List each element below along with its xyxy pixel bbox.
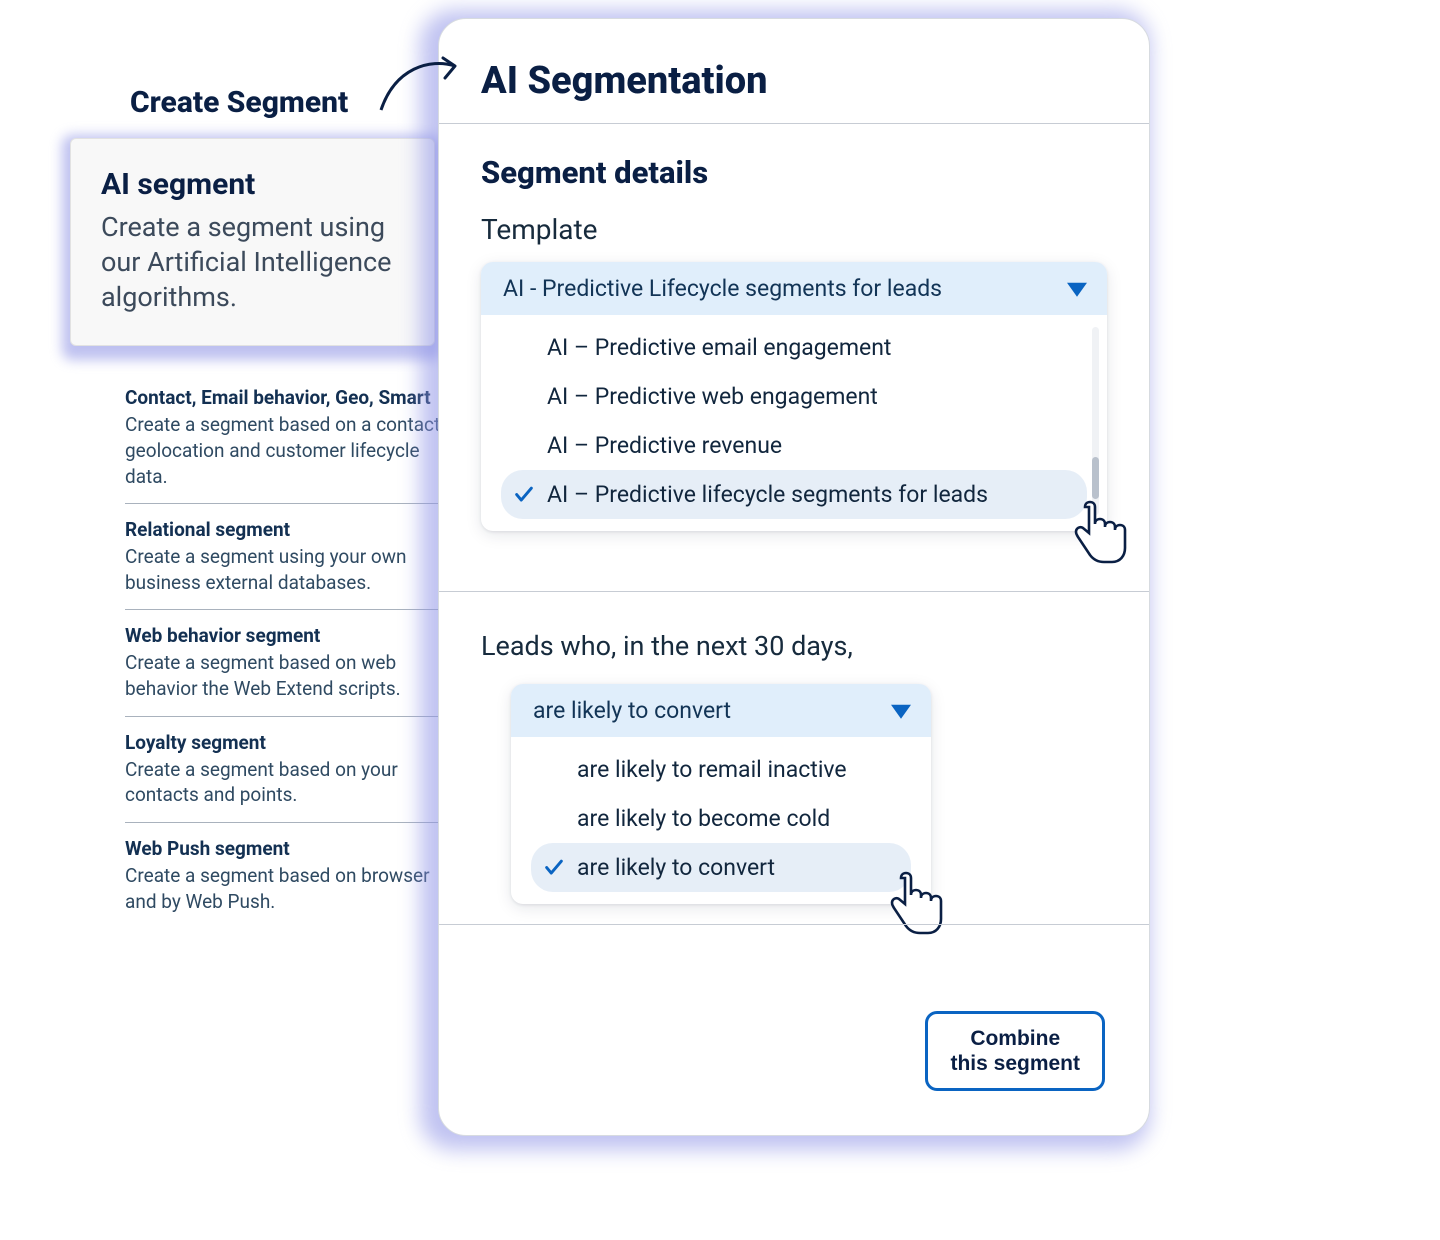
template-option[interactable]: AI – Predictive web engagement — [501, 372, 1087, 421]
template-dropdown-list: AI – Predictive email engagement AI – Pr… — [481, 315, 1107, 525]
template-dropdown[interactable]: AI - Predictive Lifecycle segments for l… — [481, 262, 1107, 531]
template-option-label: AI – Predictive web engagement — [547, 383, 878, 410]
ai-segment-desc: Create a segment using our Artificial In… — [101, 210, 404, 315]
leads-option-label: are likely to remail inactive — [577, 756, 847, 783]
segment-details-heading: Segment details — [481, 154, 1107, 191]
segment-type-desc: Create a segment based on your contacts … — [125, 757, 465, 808]
combine-segment-button[interactable]: Combine this segment — [925, 1011, 1105, 1091]
template-label: Template — [481, 213, 1107, 246]
template-option-label: AI – Predictive email engagement — [547, 334, 891, 361]
scrollbar-thumb[interactable] — [1092, 457, 1099, 499]
leads-dropdown-list: are likely to remail inactive are likely… — [511, 737, 931, 898]
segment-type-item[interactable]: Contact, Email behavior, Geo, Smart Crea… — [125, 368, 465, 503]
segment-type-desc: Create a segment using your own business… — [125, 544, 465, 595]
segment-type-title: Web Push segment — [125, 837, 465, 860]
check-icon — [513, 483, 535, 505]
segment-type-item[interactable]: Loyalty segment Create a segment based o… — [125, 716, 465, 822]
template-option-label: AI – Predictive lifecycle segments for l… — [547, 481, 988, 508]
divider — [439, 591, 1149, 592]
segment-type-title: Web behavior segment — [125, 624, 465, 647]
template-option[interactable]: AI – Predictive revenue — [501, 421, 1087, 470]
leads-option[interactable]: are likely to remail inactive — [531, 745, 911, 794]
ai-panel-title: AI Segmentation — [481, 59, 1107, 123]
leads-option-selected[interactable]: are likely to convert — [531, 843, 911, 892]
template-selected-text: AI - Predictive Lifecycle segments for l… — [503, 275, 942, 302]
ai-segmentation-panel: AI Segmentation Segment details Template… — [438, 18, 1150, 1136]
segment-type-item[interactable]: Web behavior segment Create a segment ba… — [125, 609, 465, 715]
segment-type-title: Loyalty segment — [125, 731, 465, 754]
leads-dropdown-selected[interactable]: are likely to convert — [511, 684, 931, 737]
template-option-selected[interactable]: AI – Predictive lifecycle segments for l… — [501, 470, 1087, 519]
pointer-cursor-icon — [1059, 499, 1133, 573]
template-option[interactable]: AI – Predictive email engagement — [501, 323, 1087, 372]
leads-label: Leads who, in the next 30 days, — [481, 630, 1107, 662]
ai-segment-card[interactable]: AI segment Create a segment using our Ar… — [70, 138, 435, 346]
template-option-label: AI – Predictive revenue — [547, 432, 782, 459]
leads-option-label: are likely to convert — [577, 854, 775, 881]
ai-segment-heading: AI segment — [101, 167, 404, 202]
segment-type-list: Contact, Email behavior, Geo, Smart Crea… — [125, 368, 465, 928]
combine-button-label: Combine this segment — [950, 1026, 1080, 1076]
segment-type-desc: Create a segment based on browser and by… — [125, 863, 465, 914]
pointer-cursor-icon — [875, 870, 949, 944]
segment-type-title: Relational segment — [125, 518, 465, 541]
segment-type-title: Contact, Email behavior, Geo, Smart — [125, 386, 465, 409]
divider — [439, 123, 1149, 124]
segment-type-desc: Create a segment based on web behavior t… — [125, 650, 465, 701]
divider — [439, 924, 1149, 925]
arrow-icon — [375, 48, 465, 118]
leads-selected-text: are likely to convert — [533, 697, 731, 724]
chevron-down-icon — [891, 704, 911, 718]
check-icon — [543, 856, 565, 878]
leads-option-label: are likely to become cold — [577, 805, 830, 832]
template-dropdown-selected[interactable]: AI - Predictive Lifecycle segments for l… — [481, 262, 1107, 315]
segment-type-item[interactable]: Relational segment Create a segment usin… — [125, 503, 465, 609]
chevron-down-icon — [1067, 282, 1087, 296]
leads-option[interactable]: are likely to become cold — [531, 794, 911, 843]
segment-type-desc: Create a segment based on a contact's ge… — [125, 412, 465, 489]
segment-type-item[interactable]: Web Push segment Create a segment based … — [125, 822, 465, 928]
leads-dropdown[interactable]: are likely to convert are likely to rema… — [511, 684, 931, 904]
